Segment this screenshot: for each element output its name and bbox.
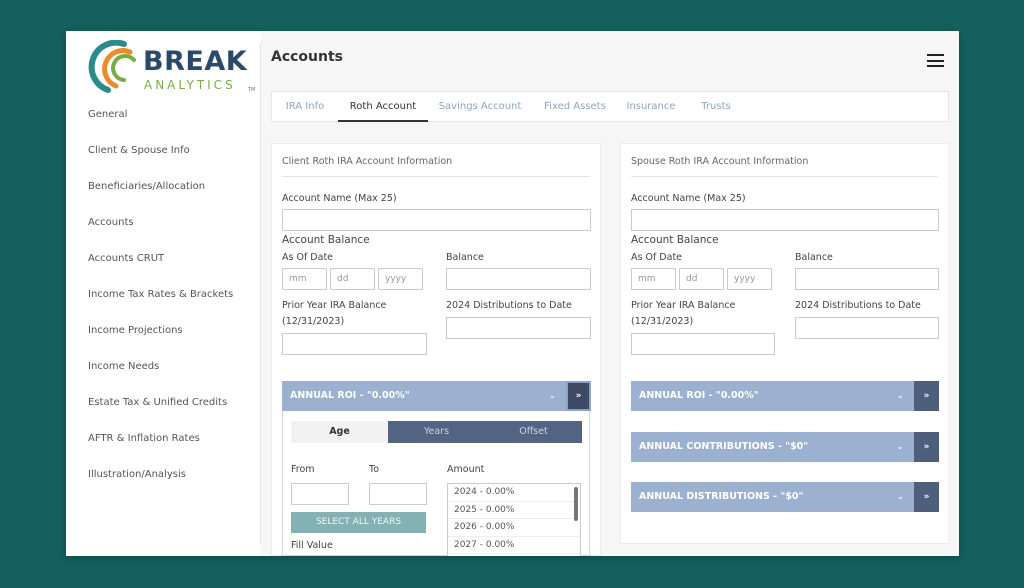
- chevron-down-icon: ⌄: [897, 492, 904, 501]
- client-panel-title: Client Roth IRA Account Information: [282, 156, 453, 167]
- app-window: BREAK ANALYTICS TM General Client & Spou…: [66, 31, 959, 556]
- from-input[interactable]: [291, 483, 349, 505]
- annual-contributions-title: ANNUAL CONTRIBUTIONS - "$0": [639, 441, 809, 452]
- date-month-input[interactable]: mm: [282, 268, 327, 290]
- tab-roth-account[interactable]: Roth Account: [338, 92, 428, 122]
- sidebar-item-income-projections[interactable]: Income Projections: [88, 321, 233, 357]
- date-year-input[interactable]: yyyy: [727, 268, 772, 290]
- sidebar-nav: General Client & Spouse Info Beneficiari…: [88, 105, 233, 501]
- chevron-down-icon: ⌄: [897, 442, 904, 451]
- annual-roi-accordion[interactable]: ANNUAL ROI - "0.00%" ⌄ »: [631, 381, 939, 411]
- from-label: From: [291, 464, 315, 475]
- expand-toggle-icon[interactable]: »: [914, 381, 939, 411]
- prior-year-date-label: (12/31/2023): [282, 316, 345, 327]
- sidebar: BREAK ANALYTICS TM General Client & Spou…: [66, 31, 260, 556]
- balance-input[interactable]: [446, 268, 591, 290]
- account-name-input[interactable]: [282, 209, 591, 231]
- sidebar-item-illustration[interactable]: Illustration/Analysis: [88, 465, 233, 501]
- list-item[interactable]: 2024 - 0.00%: [448, 484, 580, 502]
- segment-years[interactable]: Years: [388, 421, 485, 443]
- page-title: Accounts: [271, 49, 344, 65]
- distributions-input[interactable]: [446, 317, 591, 339]
- chevron-down-icon: ⌄: [549, 391, 556, 400]
- date-year-input[interactable]: yyyy: [378, 268, 423, 290]
- tab-savings-account[interactable]: Savings Account: [436, 92, 524, 122]
- as-of-date-label: As Of Date: [282, 252, 334, 263]
- fill-value-label: Fill Value: [291, 540, 333, 551]
- account-balance-label: Account Balance: [631, 234, 719, 246]
- chevron-down-icon: ⌄: [897, 391, 904, 400]
- prior-year-label: Prior Year IRA Balance: [631, 300, 736, 311]
- balance-input[interactable]: [795, 268, 939, 290]
- annual-contributions-accordion[interactable]: ANNUAL CONTRIBUTIONS - "$0" ⌄ »: [631, 432, 939, 462]
- logo-swoosh-icon: [88, 40, 136, 93]
- annual-roi-accordion: ANNUAL ROI - "0.00%" ⌄ » Age Years Offse…: [282, 381, 591, 556]
- account-name-label: Account Name (Max 25): [631, 193, 746, 204]
- sidebar-item-beneficiaries[interactable]: Beneficiaries/Allocation: [88, 177, 233, 213]
- segment-age[interactable]: Age: [291, 421, 388, 443]
- sidebar-item-income-tax-rates[interactable]: Income Tax Rates & Brackets: [88, 285, 233, 321]
- balance-label: Balance: [446, 252, 484, 263]
- logo-wordmark-break: BREAK: [143, 46, 248, 77]
- segment-offset[interactable]: Offset: [485, 421, 582, 443]
- client-roth-panel: Client Roth IRA Account Information Acco…: [271, 143, 601, 556]
- annual-roi-title: ANNUAL ROI - "0.00%": [290, 390, 410, 401]
- expand-toggle-icon[interactable]: »: [914, 432, 939, 462]
- expand-toggle-icon[interactable]: »: [914, 482, 939, 512]
- select-all-years-button[interactable]: SELECT ALL YEARS: [291, 512, 426, 533]
- prior-year-label: Prior Year IRA Balance: [282, 300, 387, 311]
- to-label: To: [369, 464, 380, 475]
- logo-trademark: TM: [248, 87, 256, 93]
- logo-wordmark-analytics: ANALYTICS: [144, 78, 236, 92]
- annual-roi-title: ANNUAL ROI - "0.00%": [639, 390, 759, 401]
- date-month-input[interactable]: mm: [631, 268, 676, 290]
- break-analytics-logo[interactable]: BREAK ANALYTICS TM: [86, 40, 256, 95]
- sidebar-item-general[interactable]: General: [88, 105, 233, 141]
- sidebar-item-accounts-crut[interactable]: Accounts CRUT: [88, 249, 233, 285]
- sidebar-item-client-spouse-info[interactable]: Client & Spouse Info: [88, 141, 233, 177]
- tab-insurance[interactable]: Insurance: [624, 92, 678, 122]
- account-name-label: Account Name (Max 25): [282, 193, 397, 204]
- panel-divider: [631, 176, 938, 177]
- sidebar-item-estate-tax[interactable]: Estate Tax & Unified Credits: [88, 393, 233, 429]
- spouse-roth-panel: Spouse Roth IRA Account Information Acco…: [620, 143, 949, 544]
- annual-roi-body: Age Years Offset From To Amount SELECT A…: [282, 411, 590, 556]
- annual-distributions-accordion[interactable]: ANNUAL DISTRIBUTIONS - "$0" ⌄ »: [631, 482, 939, 512]
- balance-label: Balance: [795, 252, 833, 263]
- annual-roi-header[interactable]: ANNUAL ROI - "0.00%" ⌄ »: [282, 381, 591, 411]
- sidebar-item-aftr-inflation[interactable]: AFTR & Inflation Rates: [88, 429, 233, 465]
- hamburger-icon[interactable]: [927, 54, 944, 67]
- tab-trusts[interactable]: Trusts: [696, 92, 736, 122]
- date-day-input[interactable]: dd: [679, 268, 724, 290]
- prior-year-balance-input[interactable]: [282, 333, 427, 355]
- sidebar-item-income-needs[interactable]: Income Needs: [88, 357, 233, 393]
- tab-fixed-assets[interactable]: Fixed Assets: [540, 92, 610, 122]
- amount-listbox[interactable]: 2024 - 0.00% 2025 - 0.00% 2026 - 0.00% 2…: [447, 483, 581, 556]
- as-of-date-label: As Of Date: [631, 252, 683, 263]
- expand-toggle-icon[interactable]: »: [566, 381, 591, 411]
- mode-segmented-control: Age Years Offset: [291, 421, 582, 443]
- account-name-input[interactable]: [631, 209, 939, 231]
- list-item[interactable]: 2025 - 0.00%: [448, 502, 580, 519]
- amount-label: Amount: [447, 464, 485, 475]
- distributions-label: 2024 Distributions to Date: [446, 300, 572, 311]
- tab-ira-info[interactable]: IRA Info: [278, 92, 332, 122]
- account-balance-label: Account Balance: [282, 234, 370, 246]
- to-input[interactable]: [369, 483, 427, 505]
- date-day-input[interactable]: dd: [330, 268, 375, 290]
- spouse-panel-title: Spouse Roth IRA Account Information: [631, 156, 809, 167]
- prior-year-date-label: (12/31/2023): [631, 316, 694, 327]
- prior-year-balance-input[interactable]: [631, 333, 775, 355]
- distributions-label: 2024 Distributions to Date: [795, 300, 921, 311]
- list-item[interactable]: 2027 - 0.00%: [448, 537, 580, 554]
- distributions-input[interactable]: [795, 317, 939, 339]
- list-item[interactable]: 2026 - 0.00%: [448, 519, 580, 537]
- main-content: Accounts IRA Info Roth Account Savings A…: [261, 31, 959, 556]
- listbox-scrollbar[interactable]: [574, 487, 578, 521]
- panel-divider: [282, 176, 590, 177]
- account-tabs: IRA Info Roth Account Savings Account Fi…: [271, 91, 949, 122]
- annual-distributions-title: ANNUAL DISTRIBUTIONS - "$0": [639, 491, 804, 502]
- sidebar-item-accounts[interactable]: Accounts: [88, 213, 233, 249]
